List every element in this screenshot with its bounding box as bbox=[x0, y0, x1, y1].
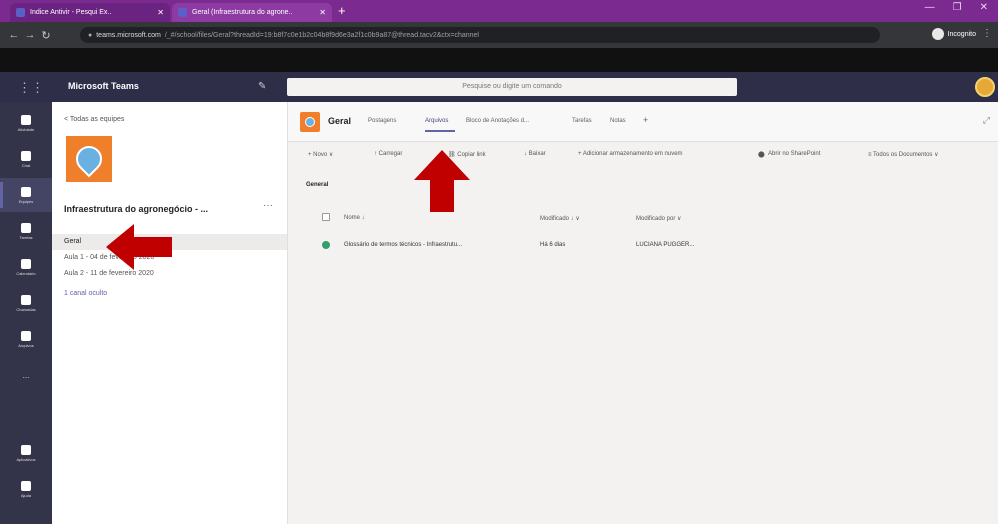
bookmarks-strip bbox=[0, 48, 998, 72]
profile-label: Incognito bbox=[947, 30, 976, 38]
sharepoint-icon: ⬤ bbox=[758, 152, 765, 158]
browser-menu-icon[interactable]: ⋮ bbox=[982, 28, 992, 39]
channel-main: Geral Postagens Arquivos Bloco de Anotaç… bbox=[288, 102, 998, 524]
column-header-modified-by[interactable]: Modificado por ∨ bbox=[636, 215, 681, 222]
app-title: Microsoft Teams bbox=[68, 81, 139, 91]
view-selector[interactable]: ≡ Todos os Documentos ∨ bbox=[868, 151, 938, 158]
rail-item-apps[interactable]: Aplicativos bbox=[0, 436, 52, 470]
app-launcher-icon[interactable]: ⋮⋮ bbox=[18, 80, 44, 96]
annotation-arrow-left-icon bbox=[106, 224, 172, 270]
app-rail: Atividade Chat Equipes Tarefas Calendári… bbox=[0, 102, 52, 524]
team-logo-icon bbox=[70, 140, 108, 178]
tab-posts[interactable]: Postagens bbox=[368, 118, 396, 124]
tab-notebook[interactable]: Bloco de Anotações d... bbox=[466, 118, 529, 124]
bell-icon bbox=[21, 114, 31, 125]
team-drop-icon bbox=[305, 117, 315, 127]
profile-button[interactable]: Incognito bbox=[931, 28, 976, 40]
address-bar-row: ← → ↻ ● teams.microsoft.com /_#/school/f… bbox=[0, 22, 998, 48]
channel-header: Geral Postagens Arquivos Bloco de Anotaç… bbox=[288, 102, 998, 142]
all-teams-link[interactable]: < Todas as equipes bbox=[64, 116, 124, 123]
phone-icon bbox=[21, 294, 31, 305]
upload-button[interactable]: ↑ Carregar bbox=[374, 151, 402, 157]
rail-item-chat[interactable]: Chat bbox=[0, 142, 52, 176]
rail-item-assignments[interactable]: Tarefas bbox=[0, 214, 52, 248]
browser-tab[interactable]: Indice Antivir - Pesqui Ex.. ✕ bbox=[10, 3, 170, 22]
team-panel: < Todas as equipes Infraestrutura do agr… bbox=[52, 102, 288, 524]
column-header-name[interactable]: Nome ↓ bbox=[344, 215, 365, 221]
team-logo bbox=[66, 136, 112, 182]
tab-grades[interactable]: Notas bbox=[610, 118, 626, 124]
close-icon[interactable]: ✕ bbox=[319, 8, 326, 17]
compose-icon[interactable]: ✎ bbox=[258, 81, 266, 92]
reload-icon[interactable]: ↻ bbox=[38, 29, 54, 42]
add-tab-button[interactable]: + bbox=[643, 115, 648, 125]
lock-icon: ● bbox=[88, 31, 93, 39]
new-tab-icon[interactable]: + bbox=[338, 3, 346, 19]
rail-item-calendar[interactable]: Calendário bbox=[0, 250, 52, 284]
files-toolbar: + Novo ∨ ↑ Carregar ⛓ Copiar link ↓ Baix… bbox=[288, 144, 998, 168]
rail-item-activity[interactable]: Atividade bbox=[0, 106, 52, 140]
rail-item-more[interactable]: ... bbox=[0, 358, 52, 392]
file-modified-by: LUCIANA PUGGER... bbox=[636, 242, 695, 248]
expand-icon[interactable]: ⤢ bbox=[983, 115, 990, 126]
file-modified: Há 6 dias bbox=[540, 242, 566, 248]
url-host: teams.microsoft.com bbox=[96, 31, 161, 39]
hidden-channels-link[interactable]: 1 canal oculto bbox=[64, 290, 107, 297]
forward-arrow-icon[interactable]: → bbox=[22, 29, 38, 41]
assignments-icon bbox=[21, 222, 31, 233]
channel-team-icon bbox=[300, 112, 320, 132]
minimize-icon[interactable]: — bbox=[925, 2, 935, 13]
rail-item-files[interactable]: Arquivos bbox=[0, 322, 52, 356]
incognito-icon bbox=[931, 28, 944, 40]
annotation-arrow-up-icon bbox=[414, 150, 470, 212]
search-input[interactable]: Pesquise ou digite um comando bbox=[287, 78, 737, 96]
tab-favicon-icon bbox=[16, 8, 25, 17]
window-controls: — ❐ ✕ bbox=[925, 2, 988, 13]
file-icon bbox=[21, 330, 31, 341]
tab-title: Geral (Infraestrutura do agrone.. bbox=[192, 9, 293, 16]
close-icon[interactable]: ✕ bbox=[157, 8, 164, 17]
select-all-checkbox[interactable] bbox=[322, 213, 330, 221]
team-name: Infraestrutura do agronegócio - ... bbox=[64, 204, 209, 214]
avatar[interactable] bbox=[975, 77, 995, 97]
teams-header: ⋮⋮ Microsoft Teams ✎ Pesquise ou digite … bbox=[0, 72, 998, 102]
file-type-icon bbox=[322, 241, 330, 249]
rail-item-help[interactable]: Ajuda bbox=[0, 472, 52, 506]
file-name[interactable]: Glossário de termos técnicos - Infraestr… bbox=[344, 242, 462, 248]
maximize-icon[interactable]: ❐ bbox=[953, 2, 962, 13]
browser-tab-active[interactable]: Geral (Infraestrutura do agrone.. ✕ bbox=[172, 3, 332, 22]
new-button[interactable]: + Novo ∨ bbox=[308, 151, 333, 158]
breadcrumb: General bbox=[306, 182, 329, 188]
teams-favicon-icon bbox=[178, 8, 187, 17]
help-icon bbox=[21, 480, 31, 491]
apps-icon bbox=[21, 444, 31, 455]
open-sharepoint-button[interactable]: Abrir no SharePoint bbox=[768, 151, 820, 157]
channel-title: Geral bbox=[328, 116, 352, 126]
add-cloud-storage-button[interactable]: + Adicionar armazenamento em nuvem bbox=[578, 151, 683, 157]
back-arrow-icon[interactable]: ← bbox=[6, 29, 22, 41]
tab-files[interactable]: Arquivos bbox=[425, 118, 448, 124]
chat-icon bbox=[21, 150, 31, 161]
url-path: /_#/school/files/Geral?threadId=19:b8f7c… bbox=[164, 31, 479, 39]
active-tab-indicator bbox=[425, 130, 455, 132]
url-field[interactable]: ● teams.microsoft.com /_#/school/files/G… bbox=[80, 27, 880, 43]
tab-title: Indice Antivir - Pesqui Ex.. bbox=[30, 9, 112, 16]
more-options-icon[interactable]: ··· bbox=[263, 200, 273, 211]
teams-icon bbox=[21, 186, 31, 197]
calendar-icon bbox=[21, 258, 31, 269]
browser-tab-bar: Indice Antivir - Pesqui Ex.. ✕ Geral (In… bbox=[0, 0, 998, 22]
tab-assignments[interactable]: Tarefas bbox=[572, 118, 592, 124]
column-header-modified[interactable]: Modificado ↓ ∨ bbox=[540, 215, 580, 222]
download-button[interactable]: ↓ Baixar bbox=[524, 151, 546, 157]
rail-item-teams[interactable]: Equipes bbox=[0, 178, 52, 212]
window-close-icon[interactable]: ✕ bbox=[980, 2, 988, 13]
rail-item-calls[interactable]: Chamadas bbox=[0, 286, 52, 320]
